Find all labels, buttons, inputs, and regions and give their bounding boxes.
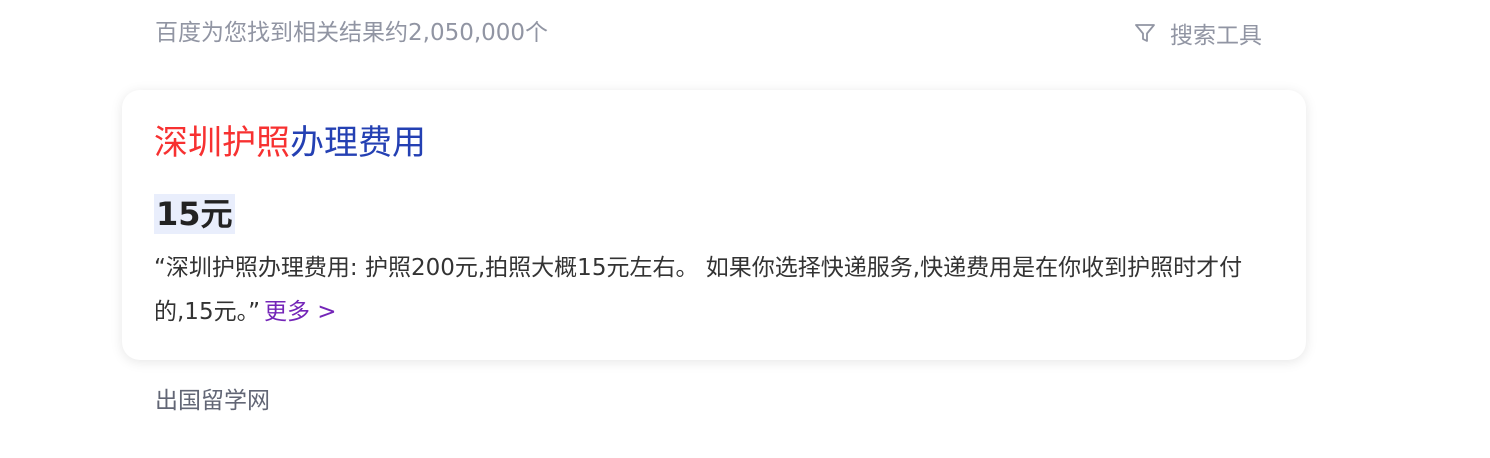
- card-title-link[interactable]: 深圳护照办理费用: [154, 118, 426, 168]
- title-highlight: 深圳护照: [154, 123, 290, 163]
- search-tools-button[interactable]: 搜索工具: [1134, 16, 1262, 50]
- source-site-link[interactable]: 出国留学网: [155, 384, 270, 418]
- title-rest: 办理费用: [290, 123, 426, 163]
- answer-card: 深圳护照办理费用 15元 “深圳护照办理费用: 护照200元,拍照大概15元左右…: [122, 90, 1306, 360]
- filter-icon: [1134, 22, 1156, 44]
- search-tools-label: 搜索工具: [1170, 23, 1262, 49]
- result-count: 百度为您找到相关结果约2,050,000个: [155, 20, 549, 46]
- answer-snippet: “深圳护照办理费用: 护照200元,拍照大概15元左右。 如果你选择快递服务,快…: [154, 246, 1282, 334]
- search-results-page: 百度为您找到相关结果约2,050,000个 搜索工具 深圳护照办理费用 15元 …: [0, 0, 1490, 458]
- answer-value: 15元: [154, 194, 235, 234]
- more-link[interactable]: 更多 >: [264, 299, 337, 325]
